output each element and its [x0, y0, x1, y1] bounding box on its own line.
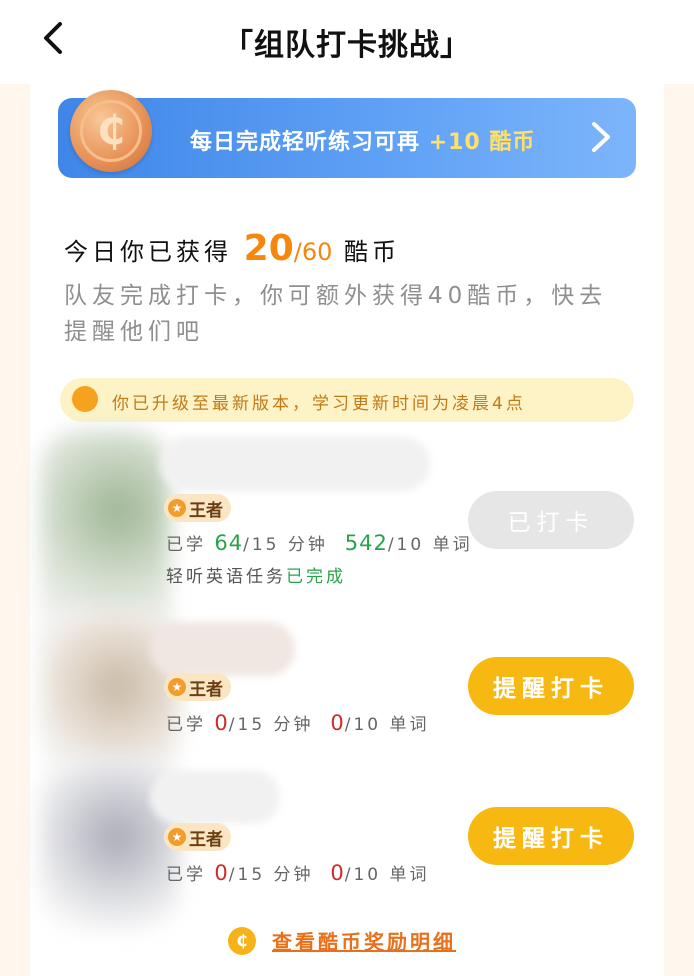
- banner-text: 每日完成轻听练习可再 +10 酷币: [190, 124, 535, 156]
- remind-checkin-button[interactable]: 提醒打卡: [468, 657, 634, 715]
- member-task: 轻听英语任务已完成: [166, 567, 346, 587]
- member-progress: 已学 0/15 分钟 0/10 单词: [166, 861, 430, 885]
- star-icon: ★: [168, 678, 186, 696]
- coin-icon: ₵: [228, 926, 256, 955]
- summary-description: 队友完成打卡，你可额外获得40酷币，快去提醒他们吧: [64, 283, 608, 345]
- coin-details-link[interactable]: ₵ 查看酷币奖励明细: [228, 926, 456, 955]
- chevron-right-icon[interactable]: [588, 120, 614, 154]
- earned-unit: 酷币: [344, 238, 401, 266]
- star-icon: ★: [168, 499, 186, 517]
- member-name-redacted: [150, 622, 295, 676]
- member-name-redacted: [160, 437, 430, 491]
- remind-checkin-button[interactable]: 提醒打卡: [468, 807, 634, 865]
- earned-total: /60: [293, 238, 333, 266]
- member-progress: 已学 64/15 分钟 542/10 单词: [166, 531, 473, 555]
- rank-badge: ★ 王者: [164, 494, 231, 522]
- page-title: 「组队打卡挑战」: [223, 28, 471, 63]
- banner-reward: +10 酷币: [428, 130, 536, 155]
- member-name-redacted: [150, 770, 280, 824]
- rank-badge: ★ 王者: [164, 673, 231, 701]
- banner-message: 每日完成轻听练习可再: [190, 130, 421, 155]
- coin-icon: ₵: [70, 90, 152, 172]
- member-progress: 已学 0/15 分钟 0/10 单词: [166, 711, 430, 735]
- earned-count: 20: [243, 228, 294, 269]
- rank-badge: ★ 王者: [164, 823, 231, 851]
- earned-prefix: 今日你已获得: [64, 238, 232, 266]
- top-bar: 「组队打卡挑战」: [0, 0, 694, 84]
- mascot-icon: [72, 386, 98, 412]
- notice-text: 你已升级至最新版本，学习更新时间为凌晨4点: [112, 394, 526, 414]
- earned-summary: 今日你已获得 20/60 酷币: [64, 228, 400, 269]
- star-icon: ★: [168, 828, 186, 846]
- coin-details-label[interactable]: 查看酷币奖励明细: [272, 926, 456, 955]
- checked-in-button: 已打卡: [468, 491, 634, 549]
